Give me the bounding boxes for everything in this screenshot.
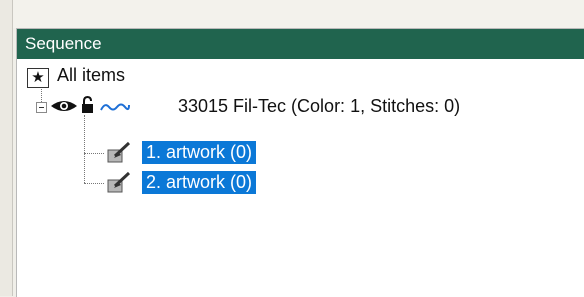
thread-wave-icon [100, 100, 130, 118]
artwork-object-icon [106, 170, 132, 201]
sequence-panel: Sequence ★ All items 33015 Fil-Tec (Colo… [16, 28, 584, 297]
tree-item-artwork-1[interactable]: 1. artwork (0) [17, 138, 317, 168]
artwork-2-label: 2. artwork (0) [142, 171, 257, 194]
tree-item-color-node[interactable]: 33015 Fil-Tec (Color: 1, Stitches: 0) [17, 90, 577, 120]
star-icon: ★ [27, 68, 49, 88]
artwork-1-label: 1. artwork (0) [142, 141, 257, 164]
tree-item-artwork-2[interactable]: 2. artwork (0) [17, 168, 317, 198]
sequence-tree: ★ All items 33015 Fil-Tec (Color: 1, Sti… [17, 59, 584, 297]
artwork-object-icon [106, 140, 132, 171]
window-top-strip [0, 0, 584, 28]
color-node-label: 33015 Fil-Tec (Color: 1, Stitches: 0) [178, 96, 461, 116]
tree-item-all-items[interactable]: ★ All items [17, 59, 317, 89]
all-items-label: All items [57, 65, 126, 85]
collapse-expander-icon[interactable] [36, 102, 47, 113]
lock-icon[interactable] [81, 95, 94, 119]
panel-title: Sequence [25, 34, 102, 53]
left-gutter [0, 0, 13, 296]
eye-icon[interactable] [50, 99, 78, 118]
sequence-panel-titlebar[interactable]: Sequence [17, 29, 584, 59]
